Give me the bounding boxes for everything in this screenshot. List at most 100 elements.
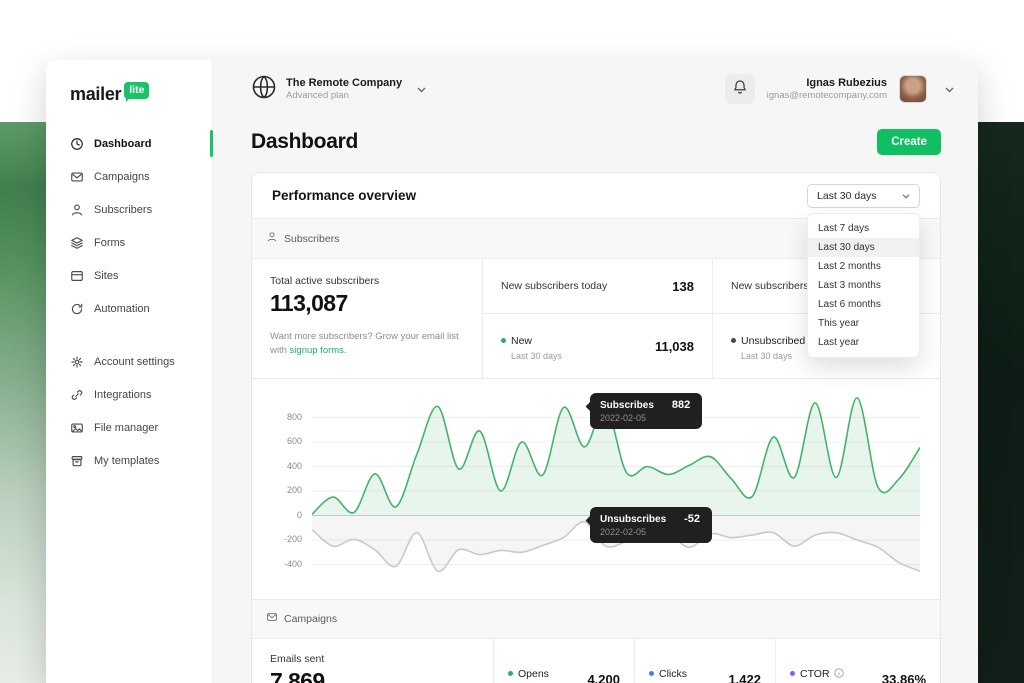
subscribers-chart[interactable]: Subscribes 882 2022-02-05 Unsubscribes -… — [312, 391, 920, 591]
sidebar-item-label: Sites — [94, 270, 118, 282]
y-axis-tick-label: -400 — [284, 559, 302, 569]
date-range-option-last-3-months[interactable]: Last 3 months — [808, 276, 919, 295]
chevron-down-icon — [417, 80, 426, 98]
panel-title: Performance overview — [272, 188, 416, 203]
logo-lite-badge: lite — [124, 82, 149, 99]
user-avatar[interactable] — [899, 75, 927, 103]
new-subscribers-cell: New subscribers today 138 New Last 30 da… — [483, 259, 713, 378]
unsubscribed-metric-period: Last 30 days — [741, 351, 805, 361]
opens-dot-icon — [508, 671, 513, 676]
user-menu[interactable]: Ignas Rubezius ignas@remotecompany.com — [767, 77, 887, 101]
right-decoration-band — [978, 122, 1024, 683]
tooltip-value: 882 — [672, 399, 690, 411]
sidebar-item-label: Campaigns — [94, 171, 150, 183]
date-range-option-last-year[interactable]: Last year — [808, 333, 919, 352]
new-today-value: 138 — [672, 279, 694, 294]
date-range-option-last-7-days[interactable]: Last 7 days — [808, 219, 919, 238]
new-metric-value: 11,038 — [655, 339, 694, 354]
tooltip-series-label: Subscribes — [600, 400, 654, 411]
sidebar-item-label: Automation — [94, 303, 150, 315]
logo-wordmark: mailer — [70, 84, 121, 105]
new-metric-period: Last 30 days — [511, 351, 562, 361]
clicks-dot-icon — [649, 671, 654, 676]
sidebar-item-integrations[interactable]: Integrations — [46, 378, 212, 411]
tooltip-date: 2022-02-05 — [600, 413, 690, 423]
y-axis-tick-label: 400 — [287, 461, 302, 471]
page-title: Dashboard — [251, 130, 358, 154]
subscribers-chart-section: 8006004002000-200-400 Subscribes 882 202… — [252, 379, 940, 599]
clock-icon — [70, 137, 84, 151]
topbar: The Remote Company Advanced plan Ignas — [213, 60, 978, 118]
chevron-down-icon — [902, 190, 910, 202]
y-axis-tick-label: 0 — [297, 510, 302, 520]
sidebar-item-sites[interactable]: Sites — [46, 259, 212, 292]
unsubscribes-tooltip: Unsubscribes -52 2022-02-05 — [590, 507, 712, 543]
y-axis-tick-label: 200 — [287, 485, 302, 495]
sidebar-item-label: Forms — [94, 237, 125, 249]
mailerlite-logo[interactable]: mailer lite — [70, 84, 149, 105]
browser-icon — [70, 269, 84, 283]
ctor-value: 33.86% — [882, 672, 926, 683]
info-icon[interactable] — [834, 668, 844, 678]
ctor-stat-cell: CTORLast 30 days33.86% — [776, 639, 940, 683]
company-globe-icon — [251, 74, 277, 105]
refresh-icon — [70, 302, 84, 316]
clicks-stat-cell: ClicksLast 30 days1,422 — [635, 639, 776, 683]
sidebar-item-my-templates[interactable]: My templates — [46, 444, 212, 477]
sidebar-item-account-settings[interactable]: Account settings — [46, 345, 212, 378]
sidebar-item-automation[interactable]: Automation — [46, 292, 212, 325]
sidebar-item-label: Dashboard — [94, 138, 151, 150]
date-range-option-last-2-months[interactable]: Last 2 months — [808, 257, 919, 276]
sidebar-item-file-manager[interactable]: File manager — [46, 411, 212, 444]
envelope-icon — [266, 610, 278, 628]
y-axis-tick-label: 800 — [287, 412, 302, 422]
main-area: The Remote Company Advanced plan Ignas — [213, 60, 978, 683]
campaigns-section-header: Campaigns — [252, 599, 940, 639]
date-range-select[interactable]: Last 30 days — [807, 184, 920, 208]
company-plan: Advanced plan — [286, 90, 402, 101]
date-range-option-last-6-months[interactable]: Last 6 months — [808, 295, 919, 314]
y-axis-tick-label: -200 — [284, 534, 302, 544]
app-window: mailer lite Dashboard Campaigns Subscriber… — [46, 60, 978, 683]
opens-stat-cell: OpensLast 30 days4,200 — [494, 639, 635, 683]
user-name: Ignas Rubezius — [767, 77, 887, 89]
sidebar-item-subscribers[interactable]: Subscribers — [46, 193, 212, 226]
ctor-dot-icon — [790, 671, 795, 676]
link-icon — [70, 388, 84, 402]
sidebar-item-dashboard[interactable]: Dashboard — [46, 127, 212, 160]
new-metric-label: New — [511, 335, 532, 347]
green-dot-icon — [501, 338, 506, 343]
campaigns-stats: Emails sent 7,869 OpensLast 30 days4,200… — [252, 639, 940, 683]
company-switcher[interactable]: The Remote Company Advanced plan — [251, 74, 426, 105]
clicks-value: 1,422 — [728, 672, 761, 683]
archive-icon — [70, 454, 84, 468]
user-email: ignas@remotecompany.com — [767, 90, 887, 101]
date-range-dropdown: Last 7 daysLast 30 daysLast 2 monthsLast… — [807, 213, 920, 358]
sidebar-item-campaigns[interactable]: Campaigns — [46, 160, 212, 193]
campaigns-section-label: Campaigns — [284, 613, 337, 625]
tooltip-series-label: Unsubscribes — [600, 514, 666, 525]
gray-dot-icon — [731, 338, 736, 343]
create-button[interactable]: Create — [877, 129, 941, 155]
sidebar-item-label: My templates — [94, 455, 159, 467]
total-subscribers-label: Total active subscribers — [270, 275, 464, 287]
signup-forms-link[interactable]: signup forms. — [290, 345, 347, 356]
sidebar-item-forms[interactable]: Forms — [46, 226, 212, 259]
notifications-button[interactable] — [725, 74, 755, 104]
total-subscribers-cell: Total active subscribers 113,087 Want mo… — [252, 259, 483, 378]
date-range-option-last-30-days[interactable]: Last 30 days — [808, 238, 919, 257]
sidebar: mailer lite Dashboard Campaigns Subscriber… — [46, 60, 213, 683]
total-subscribers-value: 113,087 — [270, 290, 464, 317]
emails-sent-cell: Emails sent 7,869 — [252, 639, 494, 683]
envelope-icon — [70, 170, 84, 184]
sidebar-item-label: Integrations — [94, 389, 151, 401]
sidebar-item-label: Account settings — [94, 356, 175, 368]
emails-sent-value: 7,869 — [270, 668, 475, 683]
bell-icon — [733, 79, 747, 99]
subscribers-promo-text: Want more subscribers? Grow your email l… — [270, 330, 460, 358]
performance-overview-panel: Performance overview Last 30 days Last 7… — [251, 172, 941, 683]
page-header: Dashboard Create — [213, 118, 978, 165]
date-range-option-this-year[interactable]: This year — [808, 314, 919, 333]
chart-y-axis: 8006004002000-200-400 — [272, 391, 312, 591]
subscribes-tooltip: Subscribes 882 2022-02-05 — [590, 393, 702, 429]
